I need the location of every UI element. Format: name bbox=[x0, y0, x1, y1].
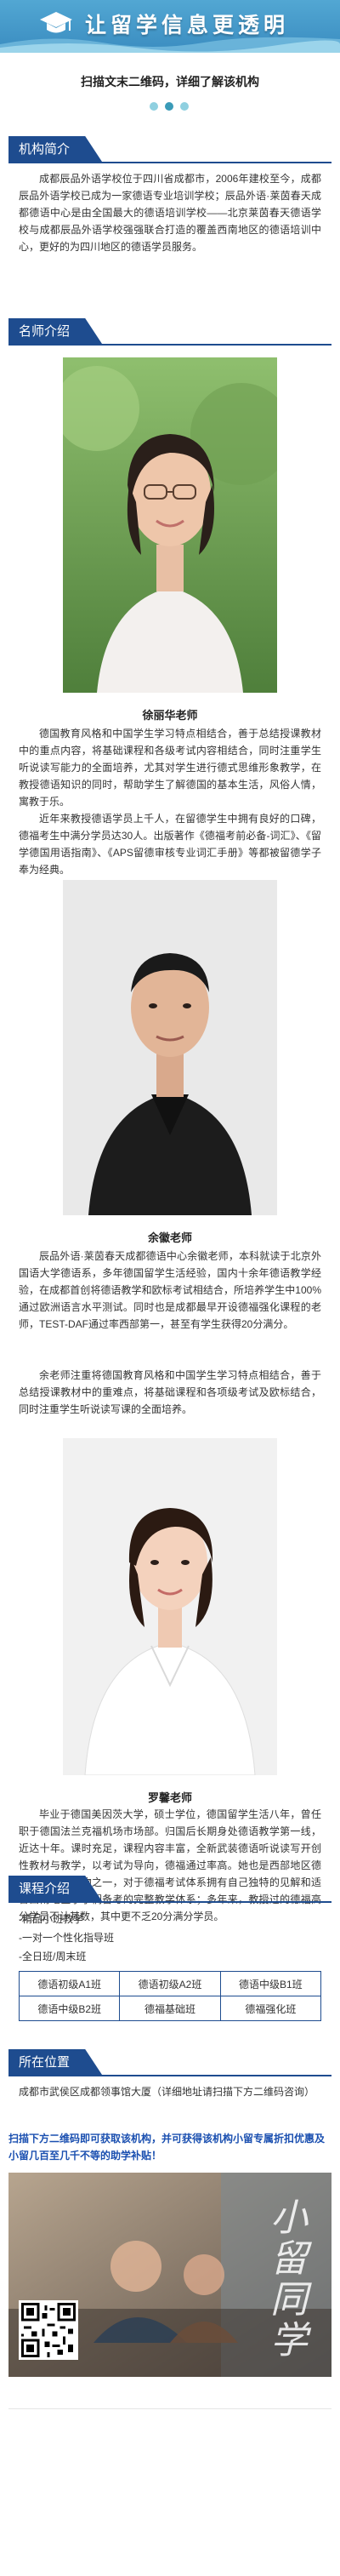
banner-title: 让留学信息更透明 bbox=[85, 14, 290, 37]
table-cell: 德语中级B1班 bbox=[219, 1971, 322, 1996]
table-cell: 德语中级B2班 bbox=[18, 1996, 121, 2021]
teacher-photo-yu bbox=[63, 880, 277, 1215]
teacher-name: 徐丽华老师 bbox=[142, 709, 198, 722]
teacher-photo-luo bbox=[63, 1438, 277, 1775]
header-banner: 让留学信息更透明 bbox=[0, 0, 340, 53]
promo-text: 扫描下方二维码即可获取该机构，并可获得该机构小留专属折扣优惠及小留几百至几千不等… bbox=[8, 2133, 326, 2162]
teacher-photo-xu bbox=[63, 357, 277, 693]
page: 让留学信息更透明 扫描文末二维码，详细了解该机构 机构简介 成都辰品外语学校位于… bbox=[0, 0, 340, 2576]
location-text: 成都市武侯区成都领事馆大厦（详细地址请扫描下方二维码咨询） bbox=[19, 2086, 315, 2098]
dots-decoration bbox=[150, 102, 190, 112]
teacher-bio-para: 近年来教授德语学员上千人，在留德学生中拥有良好的口碑，德福考生中满分学员达30人… bbox=[19, 813, 321, 876]
section-header-teachers: 名师介绍 bbox=[8, 318, 332, 346]
footer-divider bbox=[8, 2408, 332, 2409]
teacher-bio-para: 余老师注重将德国教育风格和中国学生学习特点相结合，善于总结授课教材中的重难点，将… bbox=[19, 1369, 321, 1415]
section-header-courses: 课程介绍 bbox=[8, 1876, 332, 1903]
section-header-location: 所在位置 bbox=[8, 2049, 332, 2076]
qr-code[interactable] bbox=[19, 2300, 78, 2360]
table-row: 德语初级A1班 德语初级A2班 德语中级B1班 bbox=[18, 1971, 322, 1996]
table-cell: 德语初级A1班 bbox=[18, 1971, 121, 1996]
teacher-bio-para: 德国教育风格和中国学生学习特点相结合，善于总结授课教材中的重点内容，将基础课程和… bbox=[19, 728, 321, 808]
graduation-cap-icon bbox=[40, 12, 72, 33]
brand-watermark: 小留同学 bbox=[270, 2196, 308, 2362]
intro-text: 成都辰品外语学校位于四川省成都市，2006年建校至今，成都辰品外语学校已成为一家… bbox=[19, 173, 321, 253]
section-title: 机构简介 bbox=[19, 142, 71, 157]
table-cell: 德福基础班 bbox=[119, 1996, 221, 2021]
list-item: -一对一个性化指导班 bbox=[19, 1932, 114, 1944]
list-item: -全日班/周末班 bbox=[19, 1951, 87, 1962]
teacher-bio-para: 辰品外语·莱茵春天成都德语中心余徽老师，本科就读于北京外国语大学德语系，多年德国… bbox=[19, 1250, 321, 1330]
section-title: 课程介绍 bbox=[19, 1882, 71, 1896]
teacher-name: 余徽老师 bbox=[147, 1231, 192, 1244]
section-title: 名师介绍 bbox=[19, 324, 71, 339]
teacher-bio-para: 毕业于德国美因茨大学，硕士学位，德国留学生活八年，曾任职于德国法兰克福机场市场部… bbox=[19, 1808, 321, 1922]
course-list: -精品小班教学 -一对一个性化指导班 -全日班/周末班 bbox=[19, 1910, 325, 1966]
table-cell: 德福强化班 bbox=[219, 1996, 322, 2021]
promo-image: 小留同学 bbox=[8, 2173, 332, 2377]
table-cell: 德语初级A2班 bbox=[119, 1971, 221, 1996]
list-item: -精品小班教学 bbox=[19, 1913, 83, 1925]
table-row: 德语中级B2班 德福基础班 德福强化班 bbox=[18, 1996, 322, 2021]
section-header-intro: 机构简介 bbox=[8, 136, 332, 163]
page-subtitle: 扫描文末二维码，详细了解该机构 bbox=[81, 75, 259, 89]
teacher-name: 罗馨老师 bbox=[147, 1791, 192, 1804]
course-table: 德语初级A1班 德语初级A2班 德语中级B1班 德语中级B2班 德福基础班 德福… bbox=[18, 1971, 322, 2021]
section-title: 所在位置 bbox=[19, 2055, 71, 2070]
